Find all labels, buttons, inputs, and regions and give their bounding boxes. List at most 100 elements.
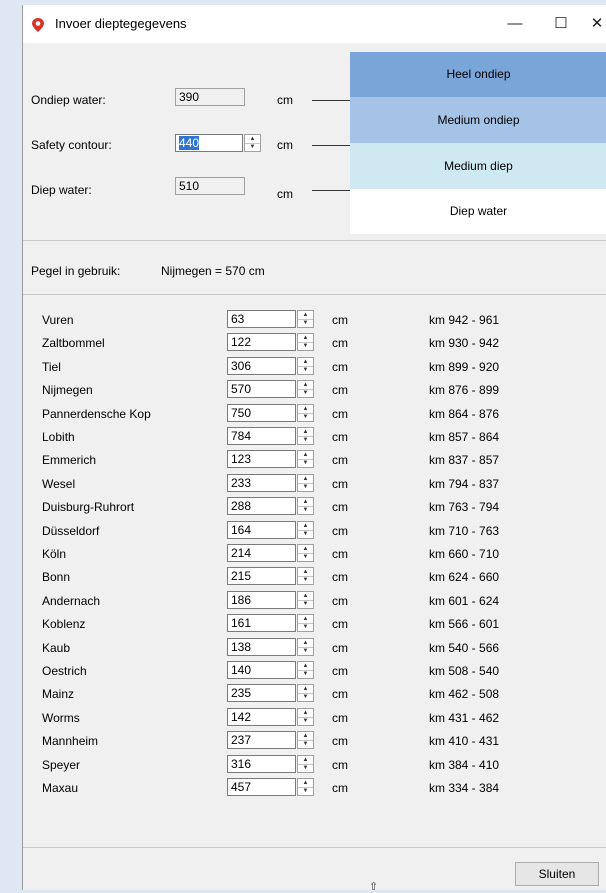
spin-down-icon[interactable]: ▼	[298, 600, 313, 608]
station-name: Mainz	[42, 687, 75, 702]
station-level-spinner[interactable]: ▲ ▼	[297, 544, 314, 562]
station-level-input[interactable]: 316	[227, 754, 296, 773]
station-unit: cm	[332, 687, 348, 702]
spin-down-icon[interactable]: ▼	[298, 740, 313, 748]
gauge-label: Pegel in gebruik:	[31, 264, 121, 278]
spin-down-icon[interactable]: ▼	[298, 389, 313, 397]
station-name: Oestrich	[42, 664, 87, 678]
station-km-range: km 384 - 410	[429, 757, 500, 772]
shallow-water-field: 390	[175, 88, 245, 106]
station-level-spinner[interactable]: ▲ ▼	[297, 473, 314, 492]
station-unit: cm	[332, 430, 348, 444]
map-pin-icon	[32, 18, 44, 32]
station-level-spinner[interactable]: ▲ ▼	[297, 684, 314, 703]
spin-down-icon[interactable]: ▼	[298, 670, 313, 678]
station-level-input[interactable]: 570	[227, 380, 296, 399]
station-level-input[interactable]: 161	[227, 614, 296, 633]
station-level-spinner[interactable]: ▲ ▼	[297, 310, 314, 328]
spin-down-icon[interactable]: ▼	[298, 413, 313, 421]
station-level-spinner[interactable]: ▲ ▼	[297, 614, 314, 633]
spin-down-icon[interactable]: ▼	[298, 647, 313, 655]
spin-down-icon[interactable]: ▼	[298, 459, 313, 467]
spin-down-icon[interactable]: ▼	[298, 530, 313, 538]
spin-down-icon[interactable]: ▼	[298, 506, 313, 514]
station-level-spinner[interactable]: ▲ ▼	[297, 754, 314, 773]
station-level-spinner[interactable]: ▲ ▼	[297, 778, 314, 796]
station-unit: cm	[332, 570, 348, 585]
safety-contour-input[interactable]: 440	[175, 134, 243, 152]
station-km-range: km 508 - 540	[429, 664, 500, 678]
spin-down-icon[interactable]: ▼	[298, 623, 313, 631]
station-level-spinner[interactable]: ▲ ▼	[297, 637, 314, 656]
cursor-icon: ⇧	[369, 881, 379, 893]
station-level-input[interactable]: 237	[227, 731, 296, 750]
spin-down-icon[interactable]: ▼	[245, 143, 260, 151]
station-level-input[interactable]: 63	[227, 310, 296, 328]
station-level-input[interactable]: 235	[227, 684, 296, 703]
station-level-input[interactable]: 140	[227, 661, 296, 679]
safety-contour-value: 440	[179, 136, 200, 150]
maximize-button[interactable]: ☐	[541, 11, 581, 37]
spin-down-icon[interactable]: ▼	[298, 693, 313, 701]
station-level-input[interactable]: 142	[227, 707, 296, 726]
station-km-range: km 410 - 431	[429, 734, 500, 749]
spin-down-icon[interactable]: ▼	[298, 366, 313, 374]
station-unit: cm	[332, 523, 348, 538]
legend-band-deep-water: Diep water	[350, 189, 606, 234]
station-level-spinner[interactable]: ▲ ▼	[297, 497, 314, 516]
station-name: Speyer	[42, 757, 81, 772]
shallow-water-label: Ondiep water:	[31, 93, 106, 107]
close-button[interactable]: Sluiten	[515, 862, 599, 886]
station-level-input[interactable]: 123	[227, 450, 296, 469]
station-name: Mannheim	[42, 734, 99, 749]
station-level-input[interactable]: 288	[227, 497, 296, 516]
shallow-connector-line	[312, 100, 350, 101]
spin-down-icon[interactable]: ▼	[298, 319, 313, 327]
spin-down-icon[interactable]: ▼	[298, 787, 313, 795]
spin-down-icon[interactable]: ▼	[298, 764, 313, 772]
station-name: Wesel	[42, 476, 76, 491]
minimize-button[interactable]: —	[495, 11, 535, 37]
station-name: Pannerdensche Kop	[42, 406, 151, 421]
station-level-spinner[interactable]: ▲ ▼	[297, 590, 314, 609]
station-level-input[interactable]: 138	[227, 637, 296, 656]
station-level-input[interactable]: 233	[227, 473, 296, 492]
station-level-input[interactable]: 214	[227, 544, 296, 562]
spin-down-icon[interactable]: ▼	[298, 576, 313, 584]
station-level-input[interactable]: 186	[227, 590, 296, 609]
spin-down-icon[interactable]: ▼	[298, 483, 313, 491]
station-level-input[interactable]: 784	[227, 427, 296, 445]
station-level-spinner[interactable]: ▲ ▼	[297, 731, 314, 750]
station-unit: cm	[332, 781, 348, 795]
station-level-spinner[interactable]: ▲ ▼	[297, 520, 314, 539]
close-icon[interactable]: ✕	[577, 11, 606, 37]
station-level-input[interactable]: 306	[227, 356, 296, 375]
station-name: Worms	[42, 710, 80, 725]
station-level-input[interactable]: 164	[227, 520, 296, 539]
station-level-spinner[interactable]: ▲ ▼	[297, 427, 314, 445]
spin-down-icon[interactable]: ▼	[298, 717, 313, 725]
station-level-input[interactable]: 457	[227, 778, 296, 796]
deep-water-label: Diep water:	[31, 183, 92, 197]
station-level-spinner[interactable]: ▲ ▼	[297, 450, 314, 469]
station-level-spinner[interactable]: ▲ ▼	[297, 333, 314, 352]
station-level-input[interactable]: 750	[227, 403, 296, 422]
safety-contour-spinner[interactable]: ▲ ▼	[244, 134, 261, 152]
station-name: Andernach	[42, 593, 101, 608]
station-km-range: km 876 - 899	[429, 383, 500, 398]
station-level-input[interactable]: 122	[227, 333, 296, 352]
station-name: Köln	[42, 547, 67, 561]
station-level-spinner[interactable]: ▲ ▼	[297, 567, 314, 586]
station-level-spinner[interactable]: ▲ ▼	[297, 661, 314, 679]
station-level-spinner[interactable]: ▲ ▼	[297, 707, 314, 726]
station-unit: cm	[332, 500, 348, 515]
spin-down-icon[interactable]: ▼	[298, 342, 313, 350]
station-level-spinner[interactable]: ▲ ▼	[297, 403, 314, 422]
station-level-spinner[interactable]: ▲ ▼	[297, 380, 314, 399]
station-level-input[interactable]: 215	[227, 567, 296, 586]
spin-down-icon[interactable]: ▼	[298, 553, 313, 561]
deep-water-field: 510	[175, 177, 245, 195]
spin-down-icon[interactable]: ▼	[298, 436, 313, 444]
station-km-range: km 624 - 660	[429, 570, 500, 585]
station-level-spinner[interactable]: ▲ ▼	[297, 356, 314, 375]
